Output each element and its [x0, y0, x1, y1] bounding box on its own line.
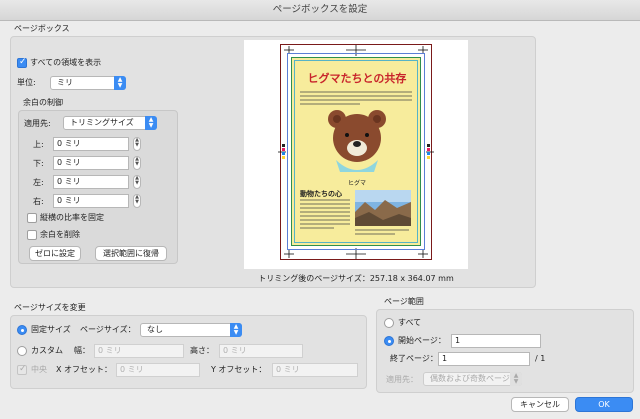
units-value: ミリ	[57, 78, 73, 87]
top-margin-stepper[interactable]: ▲ ▼	[133, 137, 141, 151]
right-margin-stepper[interactable]: ▲ ▼	[133, 194, 141, 208]
width-field[interactable]: 0 ミリ	[94, 344, 184, 358]
range-apply-to-value: 偶数および奇数ページ	[430, 374, 510, 383]
range-apply-to-select[interactable]: 偶数および奇数ページ ▲ ▼	[423, 372, 522, 386]
x-offset-field[interactable]: 0 ミリ	[116, 363, 200, 377]
show-all-boxes-label: すべての領域を表示	[30, 58, 102, 67]
page-size-select[interactable]: なし ▲ ▼	[140, 323, 242, 337]
center-label: 中央	[31, 365, 47, 374]
left-margin-stepper[interactable]: ▲ ▼	[133, 175, 141, 189]
range-apply-to-label: 適用先：	[386, 375, 418, 384]
bear-caption: ヒグマ	[347, 180, 366, 187]
right-margin-label: 右:	[33, 197, 44, 206]
set-zero-button[interactable]: ゼロに設定	[29, 246, 81, 261]
center-checkbox[interactable]	[17, 364, 27, 375]
chevron-updown-icon: ▲ ▼	[510, 372, 522, 386]
bottom-margin-field[interactable]: 0 ミリ	[53, 156, 129, 170]
preview-title: ヒグマたちとの共存	[307, 72, 407, 85]
y-offset-label: Y オフセット：	[211, 365, 267, 374]
remove-white-checkbox[interactable]	[27, 230, 37, 240]
page-size-section-label: ページサイズを変更	[14, 303, 86, 312]
width-label: 幅：	[74, 346, 90, 355]
total-pages-label: / 1	[535, 354, 546, 363]
page-size-label: ページサイズ：	[80, 325, 136, 334]
cancel-button[interactable]: キャンセル	[511, 397, 569, 412]
custom-size-radio[interactable]	[17, 346, 27, 356]
left-margin-label: 左:	[33, 178, 44, 187]
height-field[interactable]: 0 ミリ	[219, 344, 303, 358]
revert-button[interactable]: 選択範囲に復帰	[95, 246, 167, 261]
right-margin-field[interactable]: 0 ミリ	[53, 194, 129, 208]
all-pages-radio[interactable]	[384, 318, 394, 328]
x-offset-label: X オフセット：	[56, 365, 113, 374]
photo-caption-text	[355, 229, 409, 235]
ok-button[interactable]: OK	[575, 397, 633, 412]
y-offset-field[interactable]: 0 ミリ	[272, 363, 358, 377]
keep-ratio-checkbox[interactable]	[27, 213, 37, 223]
bottom-margin-label: 下:	[33, 159, 44, 168]
chevron-updown-icon: ▲ ▼	[230, 323, 242, 337]
window-title: ページボックスを設定	[0, 0, 640, 21]
landscape-photo-icon	[355, 190, 411, 226]
apply-to-label: 適用先:	[24, 119, 51, 128]
bottom-margin-stepper[interactable]: ▲ ▼	[133, 156, 141, 170]
units-label: 単位:	[17, 78, 36, 87]
fixed-size-radio[interactable]	[17, 325, 27, 335]
start-page-radio[interactable]	[384, 336, 394, 346]
units-select[interactable]: ミリ ▲ ▼	[50, 76, 126, 90]
custom-size-label: カスタム	[31, 346, 63, 355]
keep-ratio-label: 縦横の比率を固定	[40, 213, 104, 222]
page-size-value: なし	[147, 325, 163, 334]
chevron-updown-icon: ▲ ▼	[145, 116, 157, 130]
apply-to-select[interactable]: トリミングサイズ ▲ ▼	[63, 116, 157, 130]
bear-illustration-icon	[328, 110, 386, 172]
margin-control-label: 余白の制御	[23, 98, 63, 107]
page-range-section-label: ページ範囲	[384, 297, 424, 306]
top-margin-label: 上:	[33, 140, 44, 149]
left-margin-field[interactable]: 0 ミリ	[53, 175, 129, 189]
end-page-field[interactable]: 1	[438, 352, 530, 366]
show-all-boxes-checkbox[interactable]	[17, 57, 27, 68]
trim-size-text: トリミング後のページサイズ：257.18 x 364.07 mm	[258, 274, 454, 283]
fixed-size-label: 固定サイズ	[31, 325, 71, 334]
chevron-updown-icon: ▲ ▼	[114, 76, 126, 90]
start-page-field[interactable]: 1	[451, 334, 541, 348]
remove-white-label: 余白を削除	[40, 230, 80, 239]
apply-to-value: トリミングサイズ	[70, 118, 134, 127]
height-label: 高さ：	[190, 346, 214, 355]
top-margin-field[interactable]: 0 ミリ	[53, 137, 129, 151]
end-page-label: 終了ページ：	[390, 354, 438, 363]
page-boxes-section-label: ページボックス	[14, 24, 70, 33]
preview-body-text	[300, 91, 412, 105]
preview-article-text	[300, 199, 350, 229]
all-pages-label: すべて	[398, 318, 422, 327]
start-page-label: 開始ページ：	[398, 336, 446, 345]
